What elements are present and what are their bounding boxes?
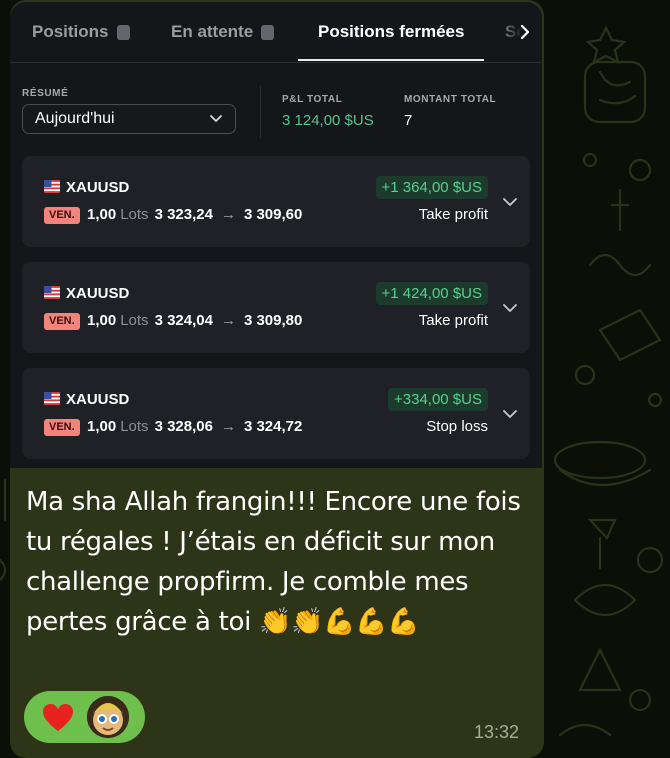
chevron-down-icon[interactable] — [502, 300, 518, 316]
tab-bar: Positions En attente Positions fermées S… — [10, 2, 542, 63]
trade-lots-label: Lots — [120, 312, 149, 329]
period-value: Aujourd'hui — [35, 110, 115, 127]
open-price: 3 323,24 — [154, 206, 213, 223]
sell-badge: VEN. — [44, 313, 80, 330]
pnl-total-label: P&L TOTAL — [282, 94, 343, 105]
arrow-right-icon: → — [220, 206, 236, 223]
tab-label: Positions fermées — [318, 22, 465, 41]
summary-label: RÉSUMÉ — [22, 88, 69, 99]
message-timestamp: 13:32 — [474, 722, 520, 742]
trade-pnl: +1 364,00 $US — [375, 176, 488, 199]
chevron-down-icon[interactable] — [502, 194, 518, 210]
us-flag-icon — [44, 392, 60, 405]
trade-lots-label: Lots — [120, 206, 149, 223]
period-select[interactable]: Aujourd'hui — [22, 104, 236, 134]
tab-positions[interactable]: Positions — [32, 2, 130, 62]
chevron-down-icon — [210, 115, 222, 122]
trade-pnl: +1 424,00 $US — [375, 282, 488, 305]
close-price: 3 309,80 — [243, 312, 303, 329]
close-reason: Stop loss — [426, 418, 488, 435]
tab-label: En attente — [171, 22, 254, 41]
trade-qty: 1,00 — [87, 312, 117, 329]
sell-badge: VEN. — [44, 207, 80, 224]
total-amount-label: MONTANT TOTAL — [404, 94, 497, 105]
trade-qty: 1,00 — [87, 206, 117, 223]
trade-details: 1,00 Lots 3 323,24 → 3 309,60 — [87, 206, 302, 223]
close-reason: Take profit — [418, 206, 488, 223]
open-price: 3 324,04 — [154, 312, 213, 329]
chevron-down-icon[interactable] — [502, 406, 518, 422]
us-flag-icon — [44, 286, 60, 299]
closed-position-card[interactable]: XAUUSD +1 364,00 $US VEN. 1,00 Lots 3 323,… — [22, 156, 530, 247]
trade-symbol: XAUUSD — [66, 179, 130, 196]
summary-divider — [260, 86, 261, 138]
trade-symbol: XAUUSD — [66, 285, 130, 302]
tab-count-indicator — [116, 24, 130, 40]
tab-closed-positions[interactable]: Positions fermées — [318, 2, 464, 62]
open-price: 3 328,06 — [154, 418, 213, 435]
avatar[interactable] — [87, 696, 129, 738]
pnl-total-value: 3 124,00 $US — [282, 112, 374, 129]
close-price: 3 324,72 — [243, 418, 303, 435]
total-amount-value: 7 — [404, 112, 413, 129]
trade-symbol: XAUUSD — [66, 391, 130, 408]
us-flag-icon — [44, 180, 60, 193]
trade-details: 1,00 Lots 3 324,04 → 3 309,80 — [87, 312, 302, 329]
tab-pending[interactable]: En attente — [171, 2, 275, 62]
tab-label: Positions — [32, 22, 109, 41]
arrow-right-icon: → — [220, 418, 236, 435]
close-reason: Take profit — [418, 312, 488, 329]
trading-app-screenshot: Positions En attente Positions fermées S… — [10, 2, 542, 468]
closed-position-card[interactable]: XAUUSD +1 424,00 $US VEN. 1,00 Lots 3 324,… — [22, 262, 530, 353]
message-text: Ma sha Allah frangin!!! Encore une fois … — [26, 487, 521, 637]
close-price: 3 309,60 — [243, 206, 303, 223]
arrow-right-icon: → — [220, 312, 236, 329]
sell-badge: VEN. — [44, 419, 80, 436]
trade-qty: 1,00 — [87, 418, 117, 435]
red-heart-icon — [43, 704, 73, 731]
active-tab-indicator — [298, 59, 484, 61]
trade-lots-label: Lots — [120, 418, 149, 435]
trade-details: 1,00 Lots 3 328,06 → 3 324,72 — [87, 418, 302, 435]
trade-pnl: +334,00 $US — [388, 388, 488, 411]
reaction-pill[interactable] — [24, 691, 145, 743]
chevron-right-icon[interactable] — [515, 22, 535, 42]
tab-count-indicator — [261, 24, 275, 40]
closed-position-card[interactable]: XAUUSD +334,00 $US VEN. 1,00 Lots 3 328,06… — [22, 368, 530, 459]
